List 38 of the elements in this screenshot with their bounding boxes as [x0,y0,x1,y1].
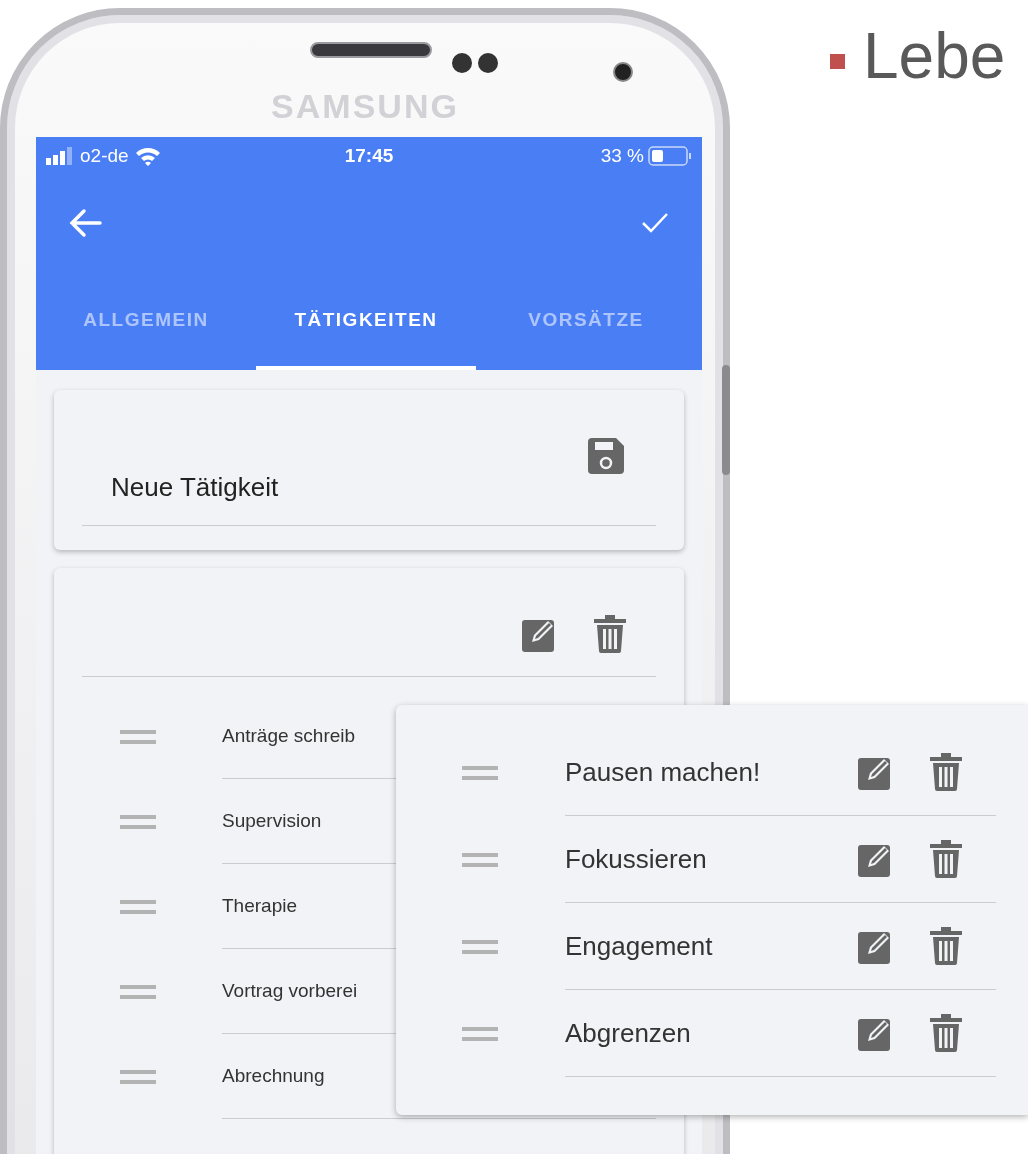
bullet-icon [830,54,845,69]
activity-name: Anträge schreib [222,723,356,748]
activity-name: Therapie [222,893,297,918]
clock-time: 17:45 [343,143,395,168]
slide-title: Lebe [863,19,1006,94]
sensor-drawing [452,53,500,73]
tab[interactable]: VORSÄTZE [476,270,696,370]
drag-handle-icon[interactable] [120,984,156,999]
drag-handle-icon[interactable] [120,1069,156,1084]
back-arrow-icon[interactable] [68,207,102,238]
trash-icon[interactable] [930,753,962,791]
activity-name: Supervision [222,808,322,833]
activity-name: Abrechnung [222,1063,325,1088]
battery-icon [648,146,692,166]
intention-name: Engagement [565,929,714,963]
drag-handle-icon[interactable] [462,852,498,867]
drag-handle-icon[interactable] [462,1026,498,1041]
intention-name: Abgrenzen [565,1016,692,1050]
activity-name: Vortrag vorberei [222,978,358,1003]
drag-handle-icon[interactable] [120,729,156,744]
battery-percent: 33 % [600,143,644,168]
drag-handle-icon[interactable] [462,939,498,954]
new-activity-input[interactable]: Neue Tätigkeit [82,450,656,526]
tab[interactable]: ALLGEMEIN [36,270,256,370]
trash-icon[interactable] [594,615,626,653]
intention-name: Pausen machen! [565,755,762,789]
drag-handle-icon[interactable] [120,814,156,829]
trash-icon[interactable] [930,927,962,965]
trash-icon[interactable] [930,840,962,878]
trash-icon[interactable] [930,1014,962,1052]
carrier-name: o2-de [80,143,129,168]
save-icon[interactable] [586,436,626,476]
wifi-icon [134,146,161,166]
drag-handle-icon[interactable] [462,765,498,780]
drag-handle-icon[interactable] [120,899,156,914]
tab[interactable]: TÄTIGKEITEN [256,270,476,370]
signal-icon [46,147,74,165]
intention-name: Fokussieren [565,842,708,876]
